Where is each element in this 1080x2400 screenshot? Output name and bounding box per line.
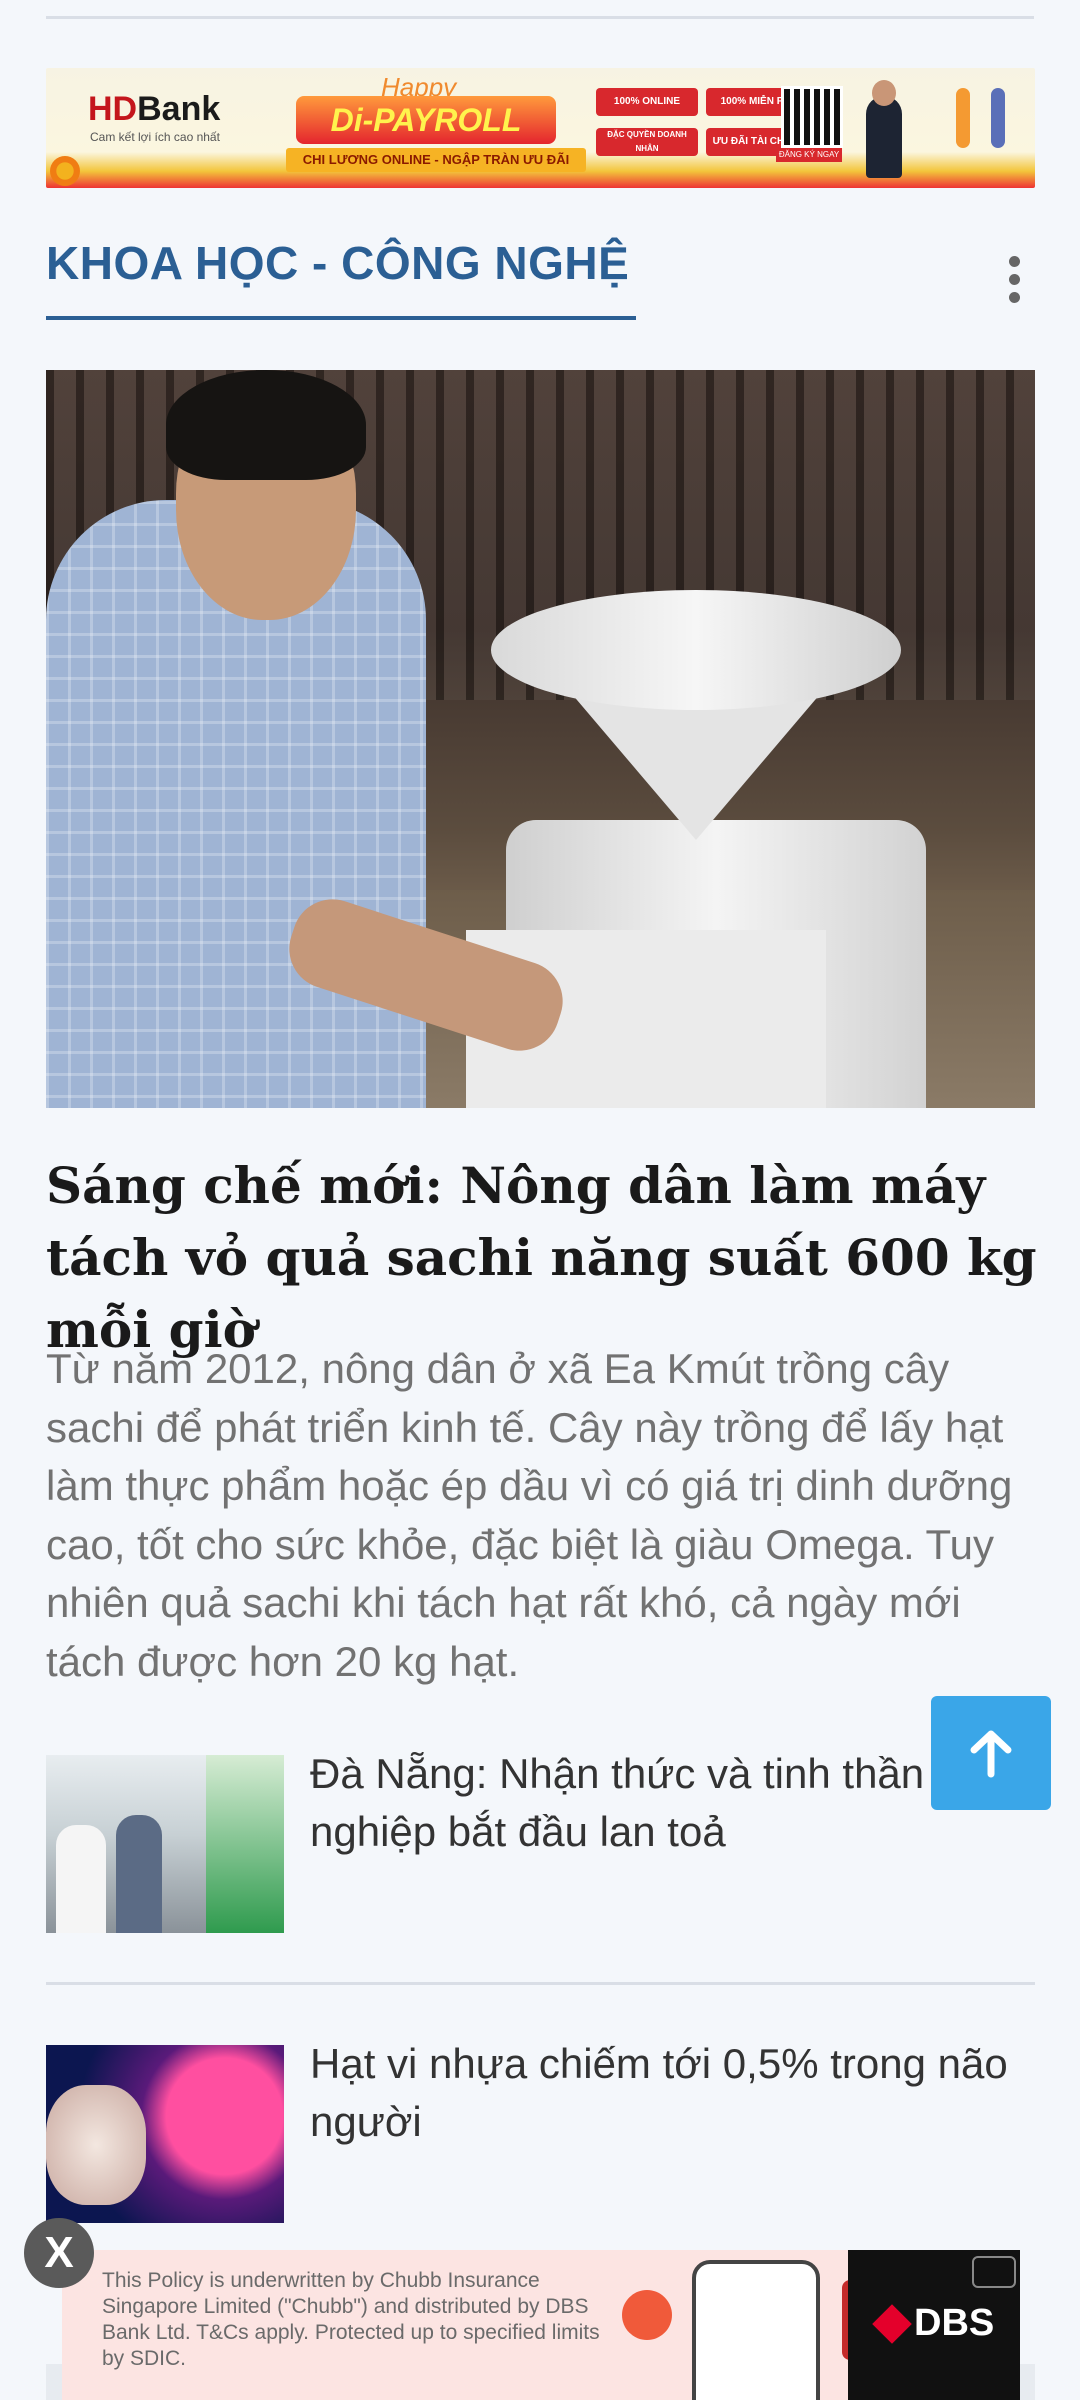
section-title[interactable]: KHOA HỌC - CÔNG NGHỆ bbox=[46, 236, 629, 290]
hdbank-tagline: Cam kết lợi ích cao nhất bbox=[90, 130, 220, 144]
related-title[interactable]: Đà Nẵng: Nhận thức và tinh thần khởi ngh… bbox=[310, 1745, 1030, 1861]
related-thumbnail[interactable] bbox=[46, 2045, 284, 2223]
banner-person bbox=[866, 96, 902, 178]
banner-pill-online: 100% ONLINE bbox=[596, 88, 698, 116]
hdbank-logo: HDBank bbox=[88, 90, 221, 128]
featured-headline[interactable]: Sáng chế mới: Nông dân làm máy tách vỏ q… bbox=[46, 1150, 1046, 1366]
adchoices-icon[interactable] bbox=[972, 2256, 1016, 2288]
payroll-subtitle: CHI LƯƠNG ONLINE - NGẬP TRÀN ƯU ĐÃI bbox=[286, 148, 586, 172]
farmer-hair bbox=[166, 370, 366, 480]
thumbnail-person bbox=[56, 1825, 106, 1933]
thumbnail-stand bbox=[206, 1755, 284, 1933]
hdbank-banner-ad[interactable]: HDBank Cam kết lợi ích cao nhất Happy Di… bbox=[46, 68, 1035, 188]
thumbnail-person bbox=[116, 1815, 162, 1933]
flower-decoration bbox=[50, 156, 80, 186]
banner-figure bbox=[956, 88, 970, 148]
arrow-up-icon bbox=[970, 1730, 1012, 1778]
qr-code bbox=[781, 86, 843, 148]
qr-label: ĐĂNG KÝ NGAY bbox=[776, 148, 842, 162]
dbs-logo-mark bbox=[872, 2304, 912, 2344]
dbs-ad-disclaimer: This Policy is underwritten by Chubb Ins… bbox=[102, 2269, 600, 2370]
section-underline bbox=[46, 316, 636, 320]
machine-hopper-rim bbox=[491, 590, 901, 710]
thumbnail-microplastic bbox=[46, 2085, 146, 2205]
featured-article-image[interactable] bbox=[46, 370, 1035, 1108]
back-to-top-button[interactable] bbox=[931, 1696, 1051, 1810]
banner-person-head bbox=[872, 80, 896, 106]
more-vertical-icon bbox=[1009, 256, 1020, 267]
more-vertical-icon bbox=[1009, 292, 1020, 303]
more-options-button[interactable] bbox=[996, 252, 1032, 308]
ad-phone-image bbox=[692, 2260, 820, 2400]
dbs-banner-ad[interactable]: This Policy is underwritten by Chubb Ins… bbox=[62, 2250, 1020, 2400]
payroll-title: Di-PAYROLL bbox=[296, 96, 556, 144]
related-title[interactable]: Hạt vi nhựa chiếm tới 0,5% trong não ngư… bbox=[310, 2035, 1030, 2151]
ad-decoration bbox=[622, 2290, 672, 2340]
list-divider bbox=[46, 1982, 1035, 1985]
close-ad-button[interactable]: X bbox=[24, 2218, 94, 2288]
dbs-logo-text: DBS bbox=[914, 2302, 995, 2344]
top-divider bbox=[46, 16, 1034, 19]
featured-summary: Từ năm 2012, nông dân ở xã Ea Kmút trồng… bbox=[46, 1345, 1013, 1685]
banner-pill-privilege: ĐẶC QUYỀN DOANH NHÂN bbox=[596, 128, 698, 156]
banner-figure bbox=[991, 88, 1005, 148]
more-vertical-icon bbox=[1009, 274, 1020, 285]
related-thumbnail[interactable] bbox=[46, 1755, 284, 1933]
